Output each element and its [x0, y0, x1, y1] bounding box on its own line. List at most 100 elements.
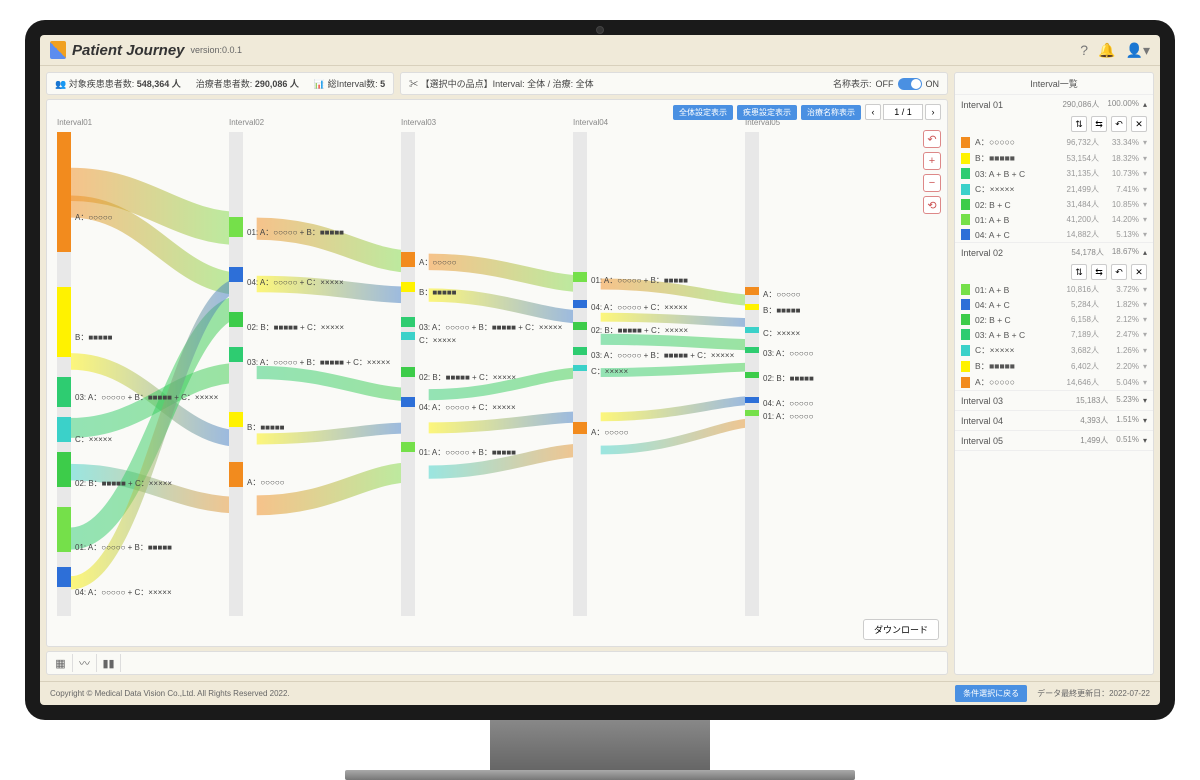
interval-header[interactable]: Interval 01290,086人100.00%▴ [955, 95, 1153, 114]
btn-shikkan[interactable]: 疾患設定表示 [737, 105, 797, 120]
seg[interactable] [573, 347, 587, 355]
seg[interactable] [745, 304, 759, 310]
seg[interactable] [229, 312, 243, 327]
interval-header[interactable]: Interval 0254,178人18.67%▴ [955, 243, 1153, 262]
col4-bar: 01: A：○○○○○ + B：■■■■■ 04: A：○○○○○ + C：××… [573, 132, 587, 616]
interval-row[interactable]: 01: A + B41,200人14.20%▾ [955, 212, 1153, 227]
btn-chiryo[interactable]: 治療名称表示 [801, 105, 861, 120]
lbl: 01: A：○○○○○ + B：■■■■■ [75, 542, 172, 553]
sort-icon[interactable]: ⇅ [1071, 264, 1087, 280]
btn-zentai[interactable]: 全体設定表示 [673, 105, 733, 120]
seg-01[interactable] [57, 507, 71, 552]
seg[interactable] [745, 372, 759, 378]
seg[interactable] [401, 332, 415, 340]
back-to-conditions-button[interactable]: 条件選択に戻る [955, 685, 1027, 702]
bell-icon[interactable]: 🔔 [1098, 42, 1115, 59]
tab-line[interactable]: 〰 [73, 654, 97, 672]
seg[interactable] [745, 287, 759, 295]
interval-row[interactable]: 04: A + C5,284人1.82%▾ [955, 297, 1153, 312]
interval-header[interactable]: Interval 044,393人1.51%▾ [955, 411, 1153, 430]
seg[interactable] [745, 327, 759, 333]
seg[interactable] [573, 272, 587, 282]
interval-header[interactable]: Interval 0315,183人5.23%▾ [955, 391, 1153, 410]
seg-b[interactable] [57, 287, 71, 357]
interval-row[interactable]: C：×××××3,682人1.26%▾ [955, 342, 1153, 358]
stat1-label: 対象疾患患者数: [69, 79, 135, 89]
swap-icon[interactable]: ⇆ [1091, 116, 1107, 132]
seg[interactable] [745, 410, 759, 416]
last-update: データ最終更新日：2022-07-22 [1037, 688, 1150, 699]
seg[interactable] [229, 412, 243, 427]
undo-icon[interactable]: ↶ [1111, 264, 1127, 280]
app-footer: Copyright © Medical Data Vision Co.,Ltd.… [40, 681, 1160, 705]
seg-02[interactable] [57, 452, 71, 487]
zoom-out-button[interactable]: − [923, 174, 941, 192]
seg[interactable] [229, 267, 243, 282]
color-swatch [961, 284, 970, 295]
close-icon[interactable]: ✕ [1131, 116, 1147, 132]
zoom-in-button[interactable]: + [923, 152, 941, 170]
interval-row[interactable]: 02: B + C6,158人2.12%▾ [955, 312, 1153, 327]
seg[interactable] [745, 347, 759, 353]
seg-c[interactable] [57, 417, 71, 442]
interval-row[interactable]: 04: A + C14,882人5.13%▾ [955, 227, 1153, 242]
seg[interactable] [573, 300, 587, 308]
stat2-label: 治療者患者数: [196, 79, 253, 89]
page-next[interactable]: › [925, 104, 941, 120]
seg[interactable] [229, 217, 243, 237]
interval-row[interactable]: 03: A + B + C31,135人10.73%▾ [955, 166, 1153, 181]
interval-header[interactable]: Interval 051,499人0.51%▾ [955, 431, 1153, 450]
undo-icon[interactable]: ↶ [1111, 116, 1127, 132]
seg[interactable] [401, 317, 415, 327]
close-icon[interactable]: ✕ [1131, 264, 1147, 280]
tab-table[interactable]: ▦ [49, 654, 73, 672]
interval-row[interactable]: 02: B + C31,484人10.85%▾ [955, 197, 1153, 212]
sankey-chart: 全体設定表示 疾患設定表示 治療名称表示 ‹ › ↶ + − ⟲ Interva… [46, 99, 948, 647]
seg[interactable] [573, 322, 587, 330]
interval-row[interactable]: A：○○○○○14,646人5.04%▾ [955, 374, 1153, 390]
col3-bar: A：○○○○○ B：■■■■■ 03: A：○○○○○ + B：■■■■■ + … [401, 132, 415, 616]
seg[interactable] [229, 347, 243, 362]
lbl: 04: A：○○○○○ + C：××××× [419, 402, 516, 413]
seg[interactable] [573, 422, 587, 434]
seg[interactable] [401, 367, 415, 377]
name-display-toggle[interactable] [898, 78, 922, 90]
help-icon[interactable]: ? [1080, 42, 1088, 59]
interval-row[interactable]: 01: A + B10,816人3.72%▾ [955, 282, 1153, 297]
undo-button[interactable]: ↶ [923, 130, 941, 148]
seg-03[interactable] [57, 377, 71, 407]
app-header: Patient Journey version:0.0.1 ? 🔔 👤▾ [40, 35, 1160, 66]
color-swatch [961, 345, 970, 356]
seg[interactable] [573, 365, 587, 371]
monitor-base [345, 770, 855, 780]
seg[interactable] [401, 252, 415, 267]
download-button[interactable]: ダウンロード [863, 619, 939, 640]
seg[interactable] [401, 282, 415, 292]
reset-button[interactable]: ⟲ [923, 196, 941, 214]
seg[interactable] [745, 397, 759, 403]
interval-row[interactable]: B：■■■■■6,402人2.20%▾ [955, 358, 1153, 374]
page-prev[interactable]: ‹ [865, 104, 881, 120]
lbl: B：■■■■■ [763, 305, 801, 316]
user-icon[interactable]: 👤▾ [1126, 42, 1150, 59]
stat3-value: 5 [380, 79, 385, 89]
interval-row[interactable]: 03: A + B + C7,189人2.47%▾ [955, 327, 1153, 342]
lbl: 03: A：○○○○○ + B：■■■■■ + C：××××× [247, 357, 390, 368]
page-input[interactable] [883, 104, 923, 120]
sort-icon[interactable]: ⇅ [1071, 116, 1087, 132]
swap-icon[interactable]: ⇆ [1091, 264, 1107, 280]
seg[interactable] [229, 462, 243, 487]
monitor-frame: Patient Journey version:0.0.1 ? 🔔 👤▾ 👥 対… [25, 20, 1175, 720]
selection-text: 【選択中の品点】Interval: 全体 / 治療: 全体 [421, 79, 594, 89]
interval-row[interactable]: C：×××××21,499人7.41%▾ [955, 181, 1153, 197]
tab-bar[interactable]: ▮▮ [97, 654, 121, 672]
lbl: 02: B：■■■■■ [763, 373, 814, 384]
seg-a[interactable] [57, 132, 71, 252]
seg[interactable] [401, 397, 415, 407]
interval-row[interactable]: A：○○○○○96,732人33.34%▾ [955, 134, 1153, 150]
interval-row[interactable]: B：■■■■■53,154人18.32%▾ [955, 150, 1153, 166]
color-swatch [961, 361, 970, 372]
seg-04[interactable] [57, 567, 71, 587]
selection-header: ✂ 【選択中の品点】Interval: 全体 / 治療: 全体 名称表示: OF… [400, 72, 948, 95]
seg[interactable] [401, 442, 415, 452]
